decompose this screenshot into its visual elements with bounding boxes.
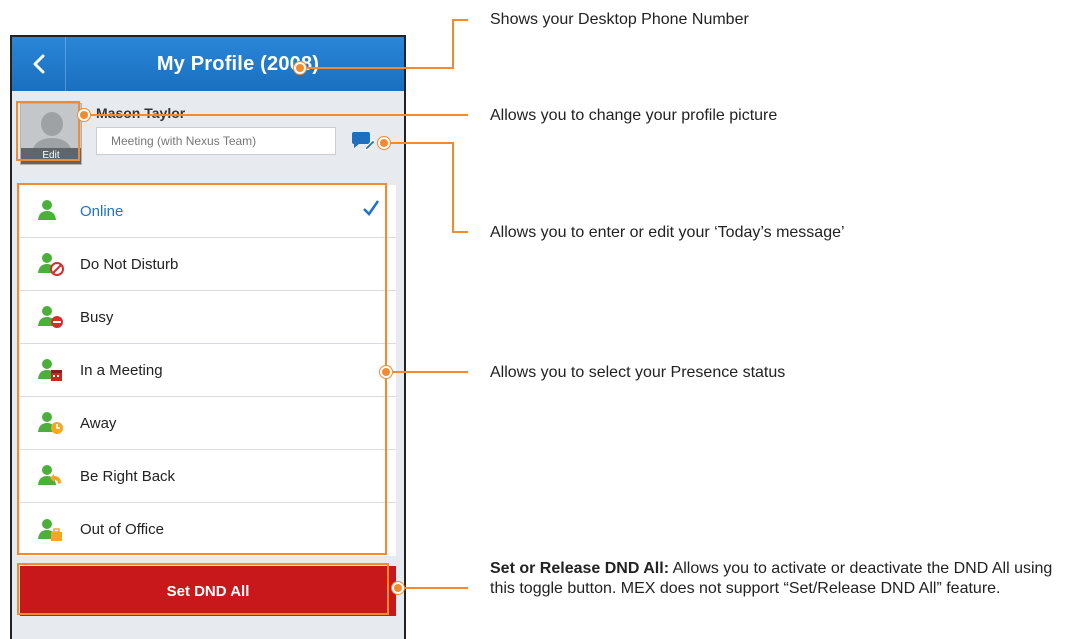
annotation-dnd: Set or Release DND All: Allows you to ac… <box>490 559 1065 599</box>
callout-dot-phone <box>294 62 306 74</box>
callout-line-message <box>384 142 454 144</box>
annotation-dnd-heading: Set or Release DND All: <box>490 560 670 577</box>
callout-line-presence <box>392 371 468 373</box>
chevron-left-icon <box>33 54 44 74</box>
annotation-phone-number: Shows your Desktop Phone Number <box>490 11 749 28</box>
highlight-avatar <box>16 101 80 161</box>
page-title: My Profile (2008) <box>156 52 320 75</box>
callout-line-message-v <box>452 142 454 233</box>
callout-dot-message <box>378 137 390 149</box>
header-bar: My Profile (2008) <box>12 37 404 91</box>
callout-line-phone <box>300 67 454 69</box>
callout-dot-dnd <box>392 582 404 594</box>
back-button[interactable] <box>12 37 66 91</box>
callout-line-phone-v <box>452 20 454 69</box>
profile-name: Mason Taylor <box>96 105 186 121</box>
callout-line-message-h <box>452 231 468 233</box>
todays-message-field[interactable]: Meeting (with Nexus Team) <box>96 127 336 155</box>
edit-message-button[interactable] <box>350 129 376 153</box>
callout-line-phone-h <box>452 19 468 21</box>
annotation-todays-message: Allows you to enter or edit your ‘Today’… <box>490 224 845 241</box>
highlight-dnd-button <box>17 563 389 615</box>
callout-line-picture <box>86 114 468 116</box>
callout-line-dnd <box>398 587 468 589</box>
highlight-status-list <box>17 183 387 555</box>
annotation-profile-picture: Allows you to change your profile pictur… <box>490 107 778 124</box>
callout-dot-picture <box>78 109 90 121</box>
annotation-presence: Allows you to select your Presence statu… <box>490 364 786 381</box>
chat-edit-icon <box>352 132 376 151</box>
callout-dot-presence <box>380 366 392 378</box>
